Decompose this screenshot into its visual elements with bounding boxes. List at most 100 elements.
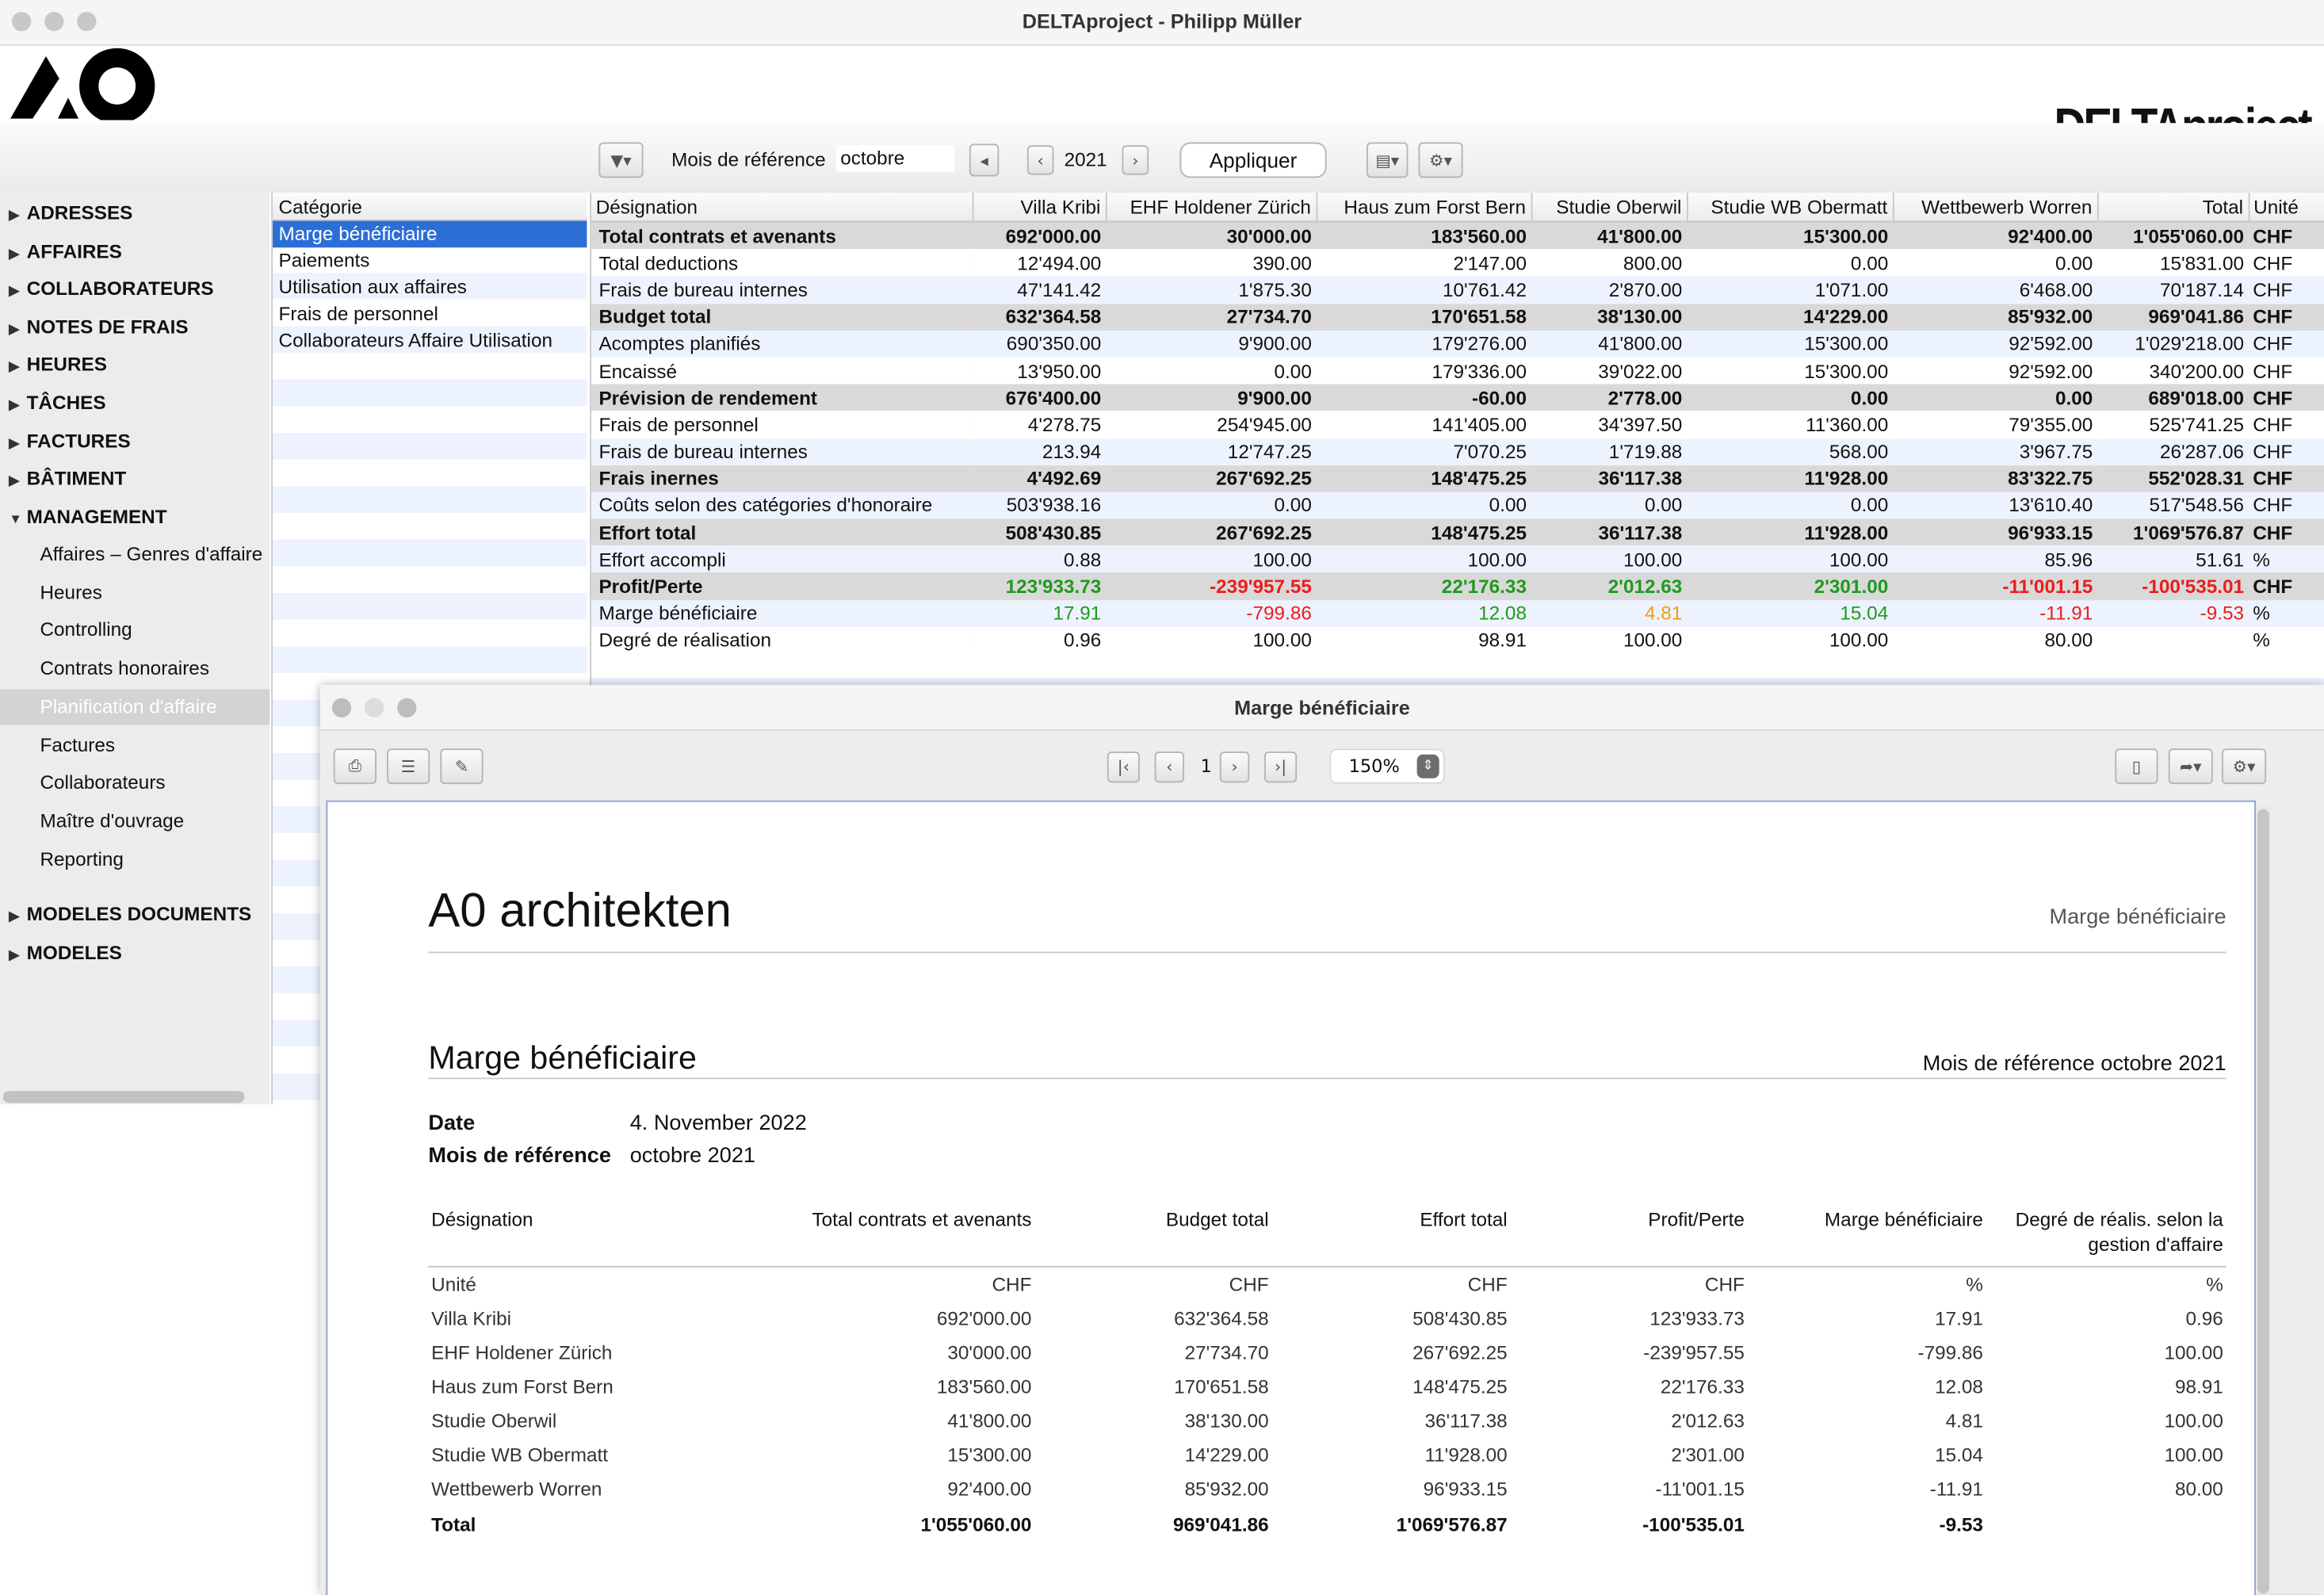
sidebar-item-modeles[interactable]: ▶ MODELES bbox=[9, 941, 122, 963]
column-header[interactable]: Studie Oberwil bbox=[1531, 193, 1688, 223]
apply-button[interactable]: Appliquer bbox=[1179, 142, 1327, 178]
table-cell: 0.00 bbox=[1316, 492, 1531, 519]
table-cell: 12'494.00 bbox=[972, 249, 1106, 277]
table-row[interactable]: Total contrats et avenants 692'000.00 30'0… bbox=[591, 221, 2324, 250]
report-row: Villa Kribi 692'000.00 632'364.58 508'430.8… bbox=[428, 1302, 2226, 1337]
edit-button[interactable]: ✎ bbox=[440, 748, 484, 785]
filter-icon: ▼▾ bbox=[610, 150, 632, 170]
gear-icon: ⚙▾ bbox=[2232, 756, 2256, 776]
prev-page-button[interactable]: ‹ bbox=[1154, 752, 1185, 783]
category-item[interactable]: Marge bénéficiaire bbox=[273, 220, 587, 248]
table-cell: 13'950.00 bbox=[972, 357, 1106, 384]
table-row[interactable]: Frais de bureau internes 47'141.42 1'875.3… bbox=[591, 276, 2324, 304]
column-header[interactable]: Désignation bbox=[591, 193, 973, 223]
document-menu-button[interactable]: ▤▾ bbox=[1366, 142, 1409, 178]
sidebar-subitem[interactable]: Maître d'ouvrage bbox=[0, 803, 269, 839]
sidebar-item-label: MODELES bbox=[26, 940, 122, 963]
report-cell: 15'300.00 bbox=[947, 1444, 1032, 1467]
report-cell: 30'000.00 bbox=[947, 1341, 1032, 1364]
column-header[interactable]: Villa Kribi bbox=[972, 193, 1107, 223]
year-next-button[interactable]: › bbox=[1122, 145, 1149, 175]
table-cell: Marge bénéficiaire bbox=[591, 599, 973, 627]
zoom-select[interactable]: 150% ⇕ bbox=[1331, 750, 1444, 783]
column-header[interactable]: Total bbox=[2097, 193, 2249, 223]
sidebar-item-collaborateurs[interactable]: ▶ COLLABORATEURS bbox=[9, 277, 213, 300]
table-row[interactable]: Budget total 632'364.58 27'734.70 170'651.5… bbox=[591, 303, 2324, 331]
table-row[interactable]: Encaissé 13'950.00 0.00 179'336.00 39'022.00… bbox=[591, 357, 2324, 384]
month-prev-button[interactable]: ◂ bbox=[969, 143, 1000, 177]
settings-sliders-icon: ☰ bbox=[400, 756, 416, 776]
toolbar: ▼▾ Mois de référence octobre ◂ ‹ 2021 › … bbox=[0, 123, 2324, 193]
share-button[interactable]: ➦▾ bbox=[2168, 748, 2213, 785]
category-item[interactable]: Paiements bbox=[273, 247, 587, 274]
table-row[interactable]: Frais inernes 4'492.69 267'692.25 148'475.2… bbox=[591, 465, 2324, 492]
report-cell: Haus zum Forst Bern bbox=[431, 1375, 613, 1398]
table-cell: -9.53 bbox=[2097, 599, 2249, 627]
last-page-button[interactable]: ›| bbox=[1264, 752, 1298, 783]
table-row[interactable]: Acomptes planifiés 690'350.00 9'900.00 179'… bbox=[591, 330, 2324, 358]
table-row[interactable]: Prévision de rendement 676'400.00 9'900.00… bbox=[591, 384, 2324, 411]
table-row[interactable]: Effort total 508'430.85 267'692.25 148'475.… bbox=[591, 518, 2324, 546]
table-row[interactable]: Total deductions 12'494.00 390.00 2'147.00 8… bbox=[591, 249, 2324, 277]
sidebar-item-label: ADRESSES bbox=[26, 201, 133, 224]
column-header[interactable]: Haus zum Forst Bern bbox=[1316, 193, 1532, 223]
caret-right-icon: ▶ bbox=[9, 207, 20, 223]
sidebar-item-adresses[interactable]: ▶ ADRESSES bbox=[9, 201, 132, 224]
a0-logo bbox=[10, 48, 155, 120]
sidebar-subitem[interactable]: Reporting bbox=[0, 841, 269, 877]
sidebar-subitem[interactable]: Controlling bbox=[0, 613, 269, 648]
report-total-row: Total 1'055'060.00 969'041.86 1'069'576.87 -… bbox=[428, 1506, 2226, 1545]
column-header[interactable]: Wettbewerb Worren bbox=[1892, 193, 2098, 223]
report-cell: CHF bbox=[1704, 1273, 1745, 1296]
margin-table: Désignation Villa Kribi EHF Holdener Züric… bbox=[591, 193, 2324, 654]
next-page-button[interactable]: › bbox=[1219, 752, 1250, 783]
sidebar-subitem[interactable]: Factures bbox=[0, 727, 269, 763]
settings-menu-button[interactable]: ⚙▾ bbox=[1418, 142, 1463, 178]
year-prev-button[interactable]: ‹ bbox=[1026, 145, 1054, 175]
sidebar-horizontal-scrollbar[interactable] bbox=[2, 1091, 245, 1103]
sidebar-subitem[interactable]: Collaborateurs bbox=[0, 765, 269, 801]
sidebar-item-tâches[interactable]: ▶ TÂCHES bbox=[9, 392, 105, 414]
column-header[interactable]: Unité bbox=[2248, 193, 2324, 223]
sidebar-subitem[interactable]: Affaires – Genres d'affaire bbox=[0, 537, 269, 572]
table-cell: 390.00 bbox=[1105, 249, 1317, 277]
column-header[interactable]: Studie WB Obermatt bbox=[1686, 193, 1894, 223]
sidebar-subitem[interactable]: Planification d'affaire bbox=[0, 689, 270, 725]
sidebar-item-affaires[interactable]: ▶ AFFAIRES bbox=[9, 239, 122, 262]
ref-month-select[interactable]: octobre bbox=[835, 145, 955, 172]
table-cell: CHF bbox=[2248, 384, 2324, 411]
ref-month-label: Mois de référence bbox=[671, 147, 826, 171]
table-cell: 4'278.75 bbox=[972, 411, 1106, 438]
sidebar-item-heures[interactable]: ▶ HEURES bbox=[9, 354, 107, 376]
sidebar-subitem[interactable]: Heures bbox=[0, 575, 269, 610]
filter-button[interactable]: ▼▾ bbox=[598, 142, 644, 178]
table-row[interactable]: Frais de bureau internes 213.94 12'747.25 7… bbox=[591, 438, 2324, 465]
export-pdf-button[interactable]: ▯ bbox=[2115, 748, 2158, 785]
category-item[interactable]: Utilisation aux affaires bbox=[273, 274, 587, 301]
sidebar-item-label: MANAGEMENT bbox=[26, 505, 167, 528]
preview-settings-button[interactable]: ⚙▾ bbox=[2221, 748, 2267, 785]
first-page-button[interactable]: |‹ bbox=[1107, 752, 1140, 783]
table-cell: 632'364.58 bbox=[972, 303, 1106, 331]
table-row[interactable]: Coûts selon des catégories d'honoraire 50… bbox=[591, 492, 2324, 519]
scrollbar-thumb[interactable] bbox=[2257, 809, 2269, 1594]
table-row[interactable]: Profit/Perte 123'933.73 -239'957.55 22'176.… bbox=[591, 572, 2324, 600]
table-row[interactable]: Effort accompli 0.88 100.00 100.00 100.00 100… bbox=[591, 545, 2324, 573]
table-cell: 0.00 bbox=[1686, 249, 1893, 277]
table-row[interactable]: Degré de réalisation 0.96 100.00 98.91 100.0… bbox=[591, 626, 2324, 654]
table-row[interactable]: Frais de personnel 4'278.75 254'945.00 141'… bbox=[591, 411, 2324, 438]
sidebar-item-bâtiment[interactable]: ▶ BÂTIMENT bbox=[9, 467, 126, 489]
sidebar-subitem[interactable]: Contrats honoraires bbox=[0, 651, 269, 687]
sidebar-item-factures[interactable]: ▶ FACTURES bbox=[9, 430, 130, 452]
sidebar-item-management[interactable]: ▼ MANAGEMENT bbox=[9, 506, 166, 528]
sidebar-item-modeles-documents[interactable]: ▶ MODELES DOCUMENTS bbox=[9, 903, 251, 925]
print-button[interactable]: ⎙ bbox=[333, 748, 377, 785]
category-item[interactable]: Frais de personnel bbox=[273, 301, 587, 328]
page-setup-button[interactable]: ☰ bbox=[387, 748, 430, 785]
category-item[interactable]: Collaborateurs Affaire Utilisation bbox=[273, 327, 587, 354]
table-cell: 17.91 bbox=[972, 599, 1106, 627]
sidebar-item-notes-de-frais[interactable]: ▶ NOTES DE FRAIS bbox=[9, 316, 188, 338]
sidebar-item-label: Controlling bbox=[40, 618, 132, 641]
column-header[interactable]: EHF Holdener Zürich bbox=[1105, 193, 1317, 223]
table-row[interactable]: Marge bénéficiaire 17.91 -799.86 12.08 4.81 1… bbox=[591, 599, 2324, 627]
